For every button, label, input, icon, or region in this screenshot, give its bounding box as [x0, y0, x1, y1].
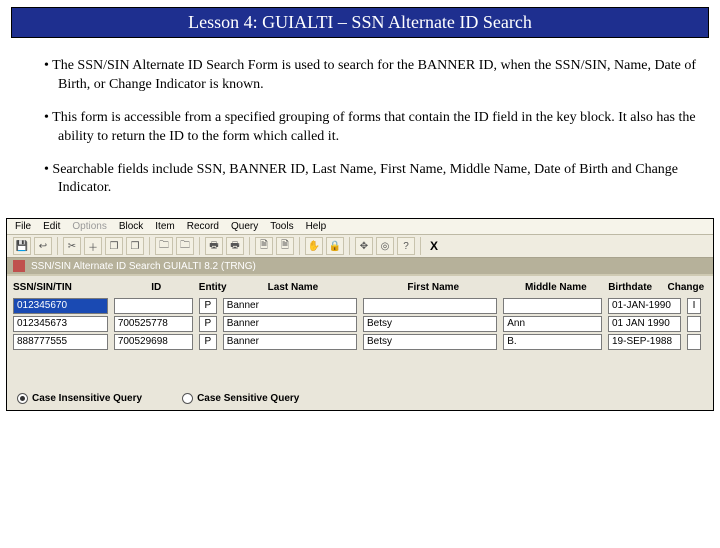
menu-query[interactable]: Query [231, 221, 258, 232]
cell-entity[interactable]: P [199, 334, 217, 350]
query-case-options: Case Insensitive Query Case Sensitive Qu… [7, 389, 713, 410]
lock-icon[interactable]: 🔒 [326, 237, 344, 255]
menu-bar: File Edit Options Block Item Record Quer… [7, 219, 713, 235]
insert-icon[interactable]: ＋ [84, 237, 102, 255]
header-id: ID [114, 282, 199, 293]
radio-label: Case Insensitive Query [32, 393, 142, 404]
table-row[interactable]: 888777555 700529698 P Banner Betsy B. 19… [7, 333, 713, 351]
cell-middle[interactable] [503, 298, 602, 314]
cell-id[interactable]: 700529698 [114, 334, 193, 350]
bullet-2: This form is accessible from a specified… [20, 109, 700, 147]
bullet-3: Searchable fields include SSN, BANNER ID… [20, 161, 700, 199]
form-title-text: SSN/SIN Alternate ID Search GUIALTI 8.2 … [31, 261, 256, 272]
header-first: First Name [363, 282, 503, 293]
cell-change[interactable] [687, 316, 701, 332]
menu-edit[interactable]: Edit [43, 221, 60, 232]
cut-icon[interactable]: ✂ [63, 237, 81, 255]
cell-last[interactable]: Banner [223, 334, 357, 350]
doc2-icon[interactable]: 🗎 [276, 237, 294, 255]
radio-case-insensitive[interactable]: Case Insensitive Query [17, 393, 142, 404]
menu-file[interactable]: File [15, 221, 31, 232]
cell-last[interactable]: Banner [223, 298, 357, 314]
radio-case-sensitive[interactable]: Case Sensitive Query [182, 393, 299, 404]
empty-rows-area [7, 351, 713, 389]
cell-birthdate[interactable]: 19-SEP-1988 [608, 334, 681, 350]
cell-first[interactable] [363, 298, 497, 314]
print2-icon[interactable]: 🖶 [226, 237, 244, 255]
form-icon [13, 260, 25, 272]
folder-icon[interactable]: 🗀 [155, 237, 173, 255]
cell-change[interactable] [687, 334, 701, 350]
rollback-icon[interactable]: ↩ [34, 237, 52, 255]
cell-ssn[interactable]: 012345670 [13, 298, 108, 314]
table-row[interactable]: 012345670 P Banner 01-JAN-1990 I [7, 297, 713, 315]
delete-icon[interactable]: ❐ [126, 237, 144, 255]
menu-tools[interactable]: Tools [270, 221, 293, 232]
cell-id[interactable]: 700525778 [114, 316, 193, 332]
menu-block[interactable]: Block [119, 221, 143, 232]
close-icon[interactable]: X [426, 239, 438, 253]
lesson-title: Lesson 4: GUIALTI – SSN Alternate ID Sea… [12, 8, 708, 37]
header-last: Last Name [223, 282, 363, 293]
form-title-bar: SSN/SIN Alternate ID Search GUIALTI 8.2 … [7, 258, 713, 274]
copy-icon[interactable]: ❐ [105, 237, 123, 255]
menu-record[interactable]: Record [187, 221, 219, 232]
doc-icon[interactable]: 🗎 [255, 237, 273, 255]
menu-options[interactable]: Options [72, 221, 106, 232]
help-icon[interactable]: ? [397, 237, 415, 255]
header-ssn: SSN/SIN/TIN [13, 282, 114, 293]
cell-birthdate[interactable]: 01 JAN 1990 [608, 316, 681, 332]
cell-first[interactable]: Betsy [363, 316, 497, 332]
cell-entity[interactable]: P [199, 316, 217, 332]
target-icon[interactable]: ◎ [376, 237, 394, 255]
cell-middle[interactable]: B. [503, 334, 602, 350]
cell-ssn[interactable]: 012345673 [13, 316, 108, 332]
cell-birthdate[interactable]: 01-JAN-1990 [608, 298, 681, 314]
header-change: Change [667, 282, 707, 293]
print-icon[interactable]: 🖶 [205, 237, 223, 255]
banner-app-screenshot: File Edit Options Block Item Record Quer… [6, 218, 714, 411]
cell-last[interactable]: Banner [223, 316, 357, 332]
save-icon[interactable]: 💾 [13, 237, 31, 255]
cell-ssn[interactable]: 888777555 [13, 334, 108, 350]
hand-icon[interactable]: ✋ [305, 237, 323, 255]
radio-dot-icon [17, 393, 28, 404]
column-headers: SSN/SIN/TIN ID Entity Last Name First Na… [7, 276, 713, 297]
cell-id[interactable] [114, 298, 193, 314]
cell-middle[interactable]: Ann [503, 316, 602, 332]
crosshair-icon[interactable]: ✥ [355, 237, 373, 255]
radio-dot-icon [182, 393, 193, 404]
table-row[interactable]: 012345673 700525778 P Banner Betsy Ann 0… [7, 315, 713, 333]
menu-item[interactable]: Item [155, 221, 174, 232]
radio-label: Case Sensitive Query [197, 393, 299, 404]
header-entity: Entity [199, 282, 223, 293]
cell-entity[interactable]: P [199, 298, 217, 314]
menu-help[interactable]: Help [306, 221, 327, 232]
lesson-body: The SSN/SIN Alternate ID Search Form is … [0, 37, 720, 218]
cell-first[interactable]: Betsy [363, 334, 497, 350]
bullet-1: The SSN/SIN Alternate ID Search Form is … [20, 57, 700, 95]
folder2-icon[interactable]: 🗀 [176, 237, 194, 255]
toolbar: 💾 ↩ ✂ ＋ ❐ ❐ 🗀 🗀 🖶 🖶 🗎 🗎 ✋ 🔒 ✥ ◎ ? X [7, 235, 713, 258]
header-middle: Middle Name [503, 282, 608, 293]
header-birthdate: Birthdate [608, 282, 667, 293]
cell-change[interactable]: I [687, 298, 701, 314]
